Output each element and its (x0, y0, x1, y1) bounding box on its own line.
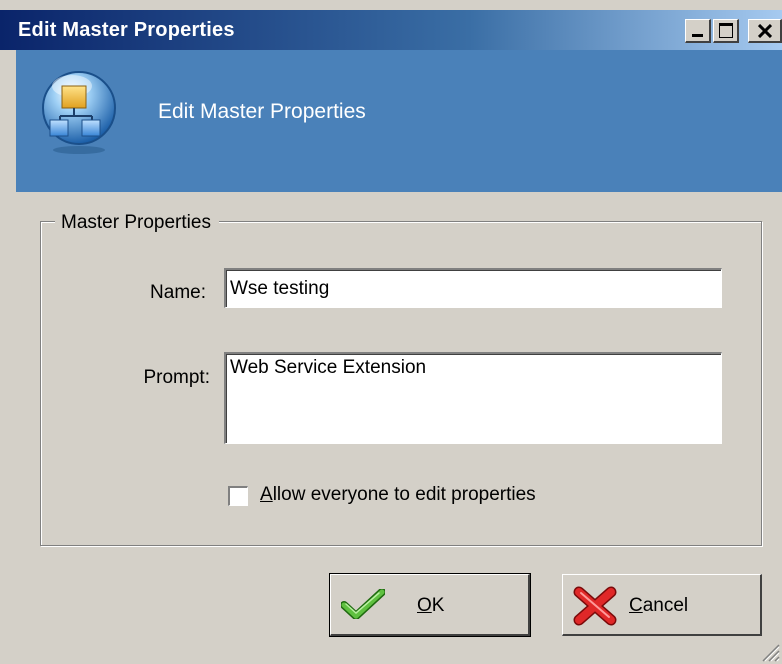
ok-label-text: K (431, 595, 445, 616)
name-input[interactable] (224, 268, 722, 308)
header-title: Edit Master Properties (158, 100, 366, 123)
allow-edit-label-text: llow everyone to edit properties (272, 484, 536, 505)
allow-edit-checkbox[interactable] (228, 486, 248, 506)
close-glyph-icon (758, 24, 772, 38)
ok-label: OK (417, 595, 444, 617)
ok-button[interactable]: OK (329, 573, 531, 637)
cancel-label: Cancel (629, 595, 688, 617)
prompt-textarea[interactable]: Web Service Extension (224, 352, 722, 444)
name-label: Name: (150, 282, 206, 303)
hierarchy-icon (40, 64, 118, 156)
close-icon[interactable] (748, 19, 782, 43)
window-left-edge (0, 50, 16, 664)
maximize-icon[interactable] (713, 19, 739, 43)
allow-edit-accelerator: A (260, 484, 273, 505)
red-x-icon (573, 586, 617, 626)
resize-grip[interactable] (758, 640, 780, 662)
allow-edit-label[interactable]: Allow everyone to edit properties (260, 484, 536, 506)
minimize-icon[interactable] (685, 19, 711, 43)
group-legend: Master Properties (55, 212, 219, 234)
header-banner: Edit Master Properties (16, 50, 782, 192)
window-title: Edit Master Properties (18, 19, 235, 41)
prompt-label: Prompt: (143, 367, 210, 388)
cancel-accelerator: C (629, 595, 643, 616)
title-bar[interactable]: Edit Master Properties (0, 10, 782, 50)
ok-accelerator: O (417, 595, 432, 616)
cancel-button[interactable]: Cancel (562, 574, 762, 636)
checkmark-icon (341, 589, 385, 619)
edit-master-properties-dialog: Edit Master Properties Edit Master Prope… (0, 0, 782, 664)
cancel-label-text: ancel (642, 595, 689, 616)
